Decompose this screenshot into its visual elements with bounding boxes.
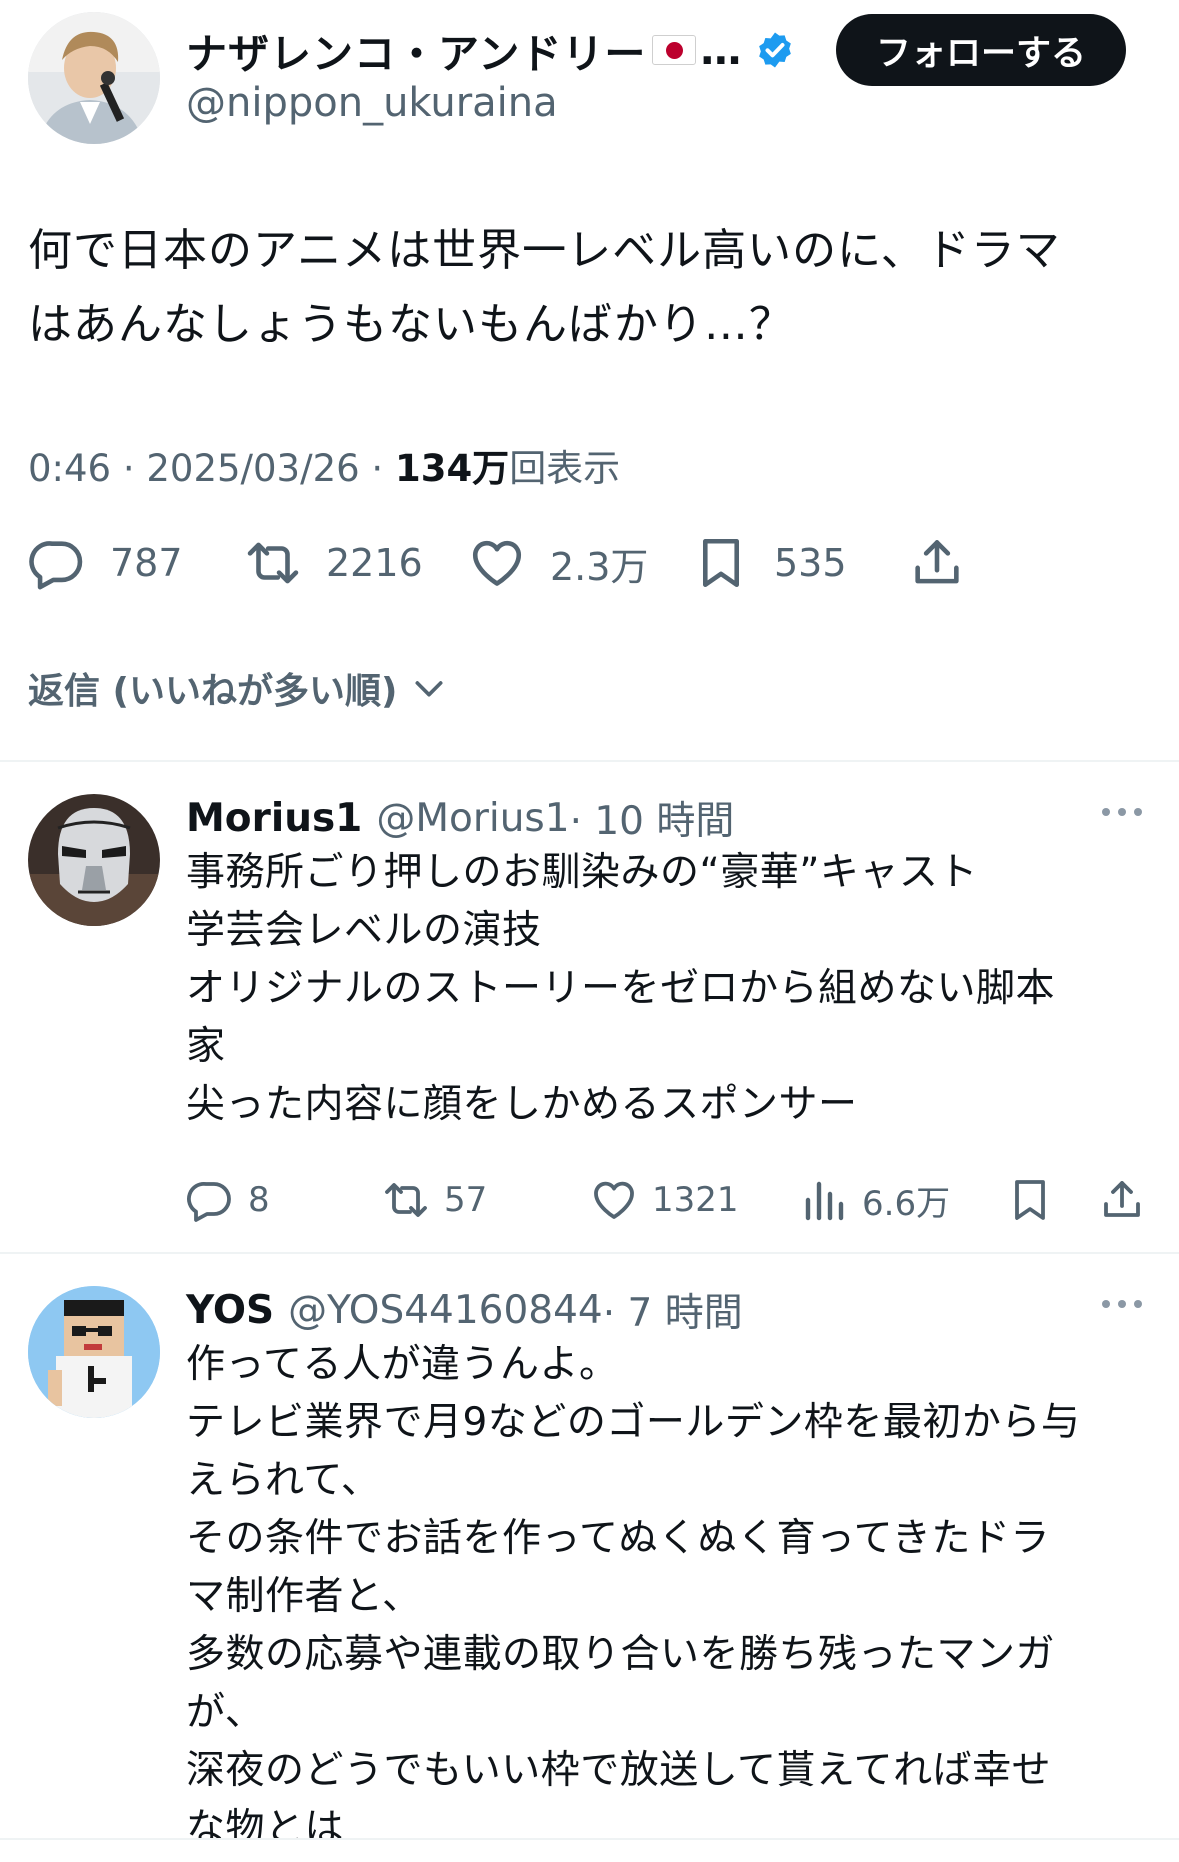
share-icon <box>915 540 959 584</box>
reply-time[interactable]: · 7 時間 <box>603 1282 743 1338</box>
more-options-icon[interactable] <box>1100 1292 1144 1316</box>
bookmark-icon <box>702 538 740 588</box>
reply-text: 作ってる人が違うんよ。 テレビ業界で月9などのゴールデン枠を最初から与 えられて… <box>186 1342 1081 1838</box>
reply-icon <box>187 1181 231 1222</box>
share-action[interactable] <box>908 530 966 596</box>
share-action[interactable] <box>1098 1172 1146 1228</box>
reply-author-name[interactable]: YOS <box>186 1288 274 1333</box>
meta-separator: · <box>359 447 395 490</box>
author-username[interactable]: @nippon_ukuraina <box>186 80 558 126</box>
tweet-text: 何で日本のアニメは世界一レベル高いのに、ドラマ はあんなしょうもないもんばかり…… <box>28 225 1061 350</box>
reply-action[interactable]: 787 <box>28 530 183 596</box>
reply-header: Morius1 @Morius1 · 10 時間 <box>186 788 734 848</box>
author-name-row: ナザレンコ・アンドリー … <box>186 22 795 78</box>
reply-author-name[interactable]: Morius1 <box>186 796 362 841</box>
tweet-meta: 0:46 · 2025/03/26 · 134万回表示 <box>28 438 620 492</box>
heart-icon <box>594 1181 634 1219</box>
like-action[interactable]: 1321 <box>590 1172 739 1228</box>
views-count: 134万 <box>394 447 510 490</box>
verified-badge-icon <box>759 32 792 68</box>
more-options-icon[interactable] <box>1100 800 1144 824</box>
reply-actions-row: 8 57 1321 6.6万 <box>186 1172 1146 1228</box>
bookmark-count: 535 <box>774 541 847 585</box>
name-truncation-ellipsis: … <box>700 26 742 74</box>
heart-icon <box>472 540 522 586</box>
meta-separator: · <box>111 447 147 490</box>
tweet-header: ナザレンコ・アンドリー … @nippon_ukuraina フォローする <box>0 0 1179 160</box>
bottom-divider <box>0 1838 1179 1840</box>
views-label: 回表示 <box>509 447 621 490</box>
analytics-icon <box>805 1181 844 1221</box>
retweet-count: 2216 <box>326 541 423 585</box>
bookmark-icon <box>1015 1180 1045 1220</box>
like-count: 2.3万 <box>550 544 649 589</box>
reply-author-handle[interactable]: @YOS44160844 <box>288 1288 603 1333</box>
tweet-time[interactable]: 0:46 <box>28 447 111 490</box>
reply-time[interactable]: · 10 時間 <box>570 790 735 846</box>
retweet-icon <box>385 1183 427 1217</box>
author-display-name[interactable]: ナザレンコ・アンドリー <box>186 20 646 80</box>
reply-count: 8 <box>248 1180 270 1220</box>
reply-count: 787 <box>110 541 183 585</box>
reply-author-handle[interactable]: @Morius1 <box>376 796 569 841</box>
reply-icon <box>29 541 83 590</box>
reply-item[interactable]: YOS @YOS44160844 · 7 時間 作ってる人が違うんよ。 テレビ業… <box>0 1280 1179 1838</box>
section-divider <box>0 760 1179 762</box>
like-count: 1321 <box>652 1180 739 1220</box>
stormtrooper-avatar[interactable] <box>28 794 160 926</box>
tweet-date[interactable]: 2025/03/26 <box>146 447 359 490</box>
views-count: 6.6万 <box>862 1183 951 1224</box>
author-avatar[interactable] <box>28 12 160 144</box>
reply-divider <box>0 1252 1179 1254</box>
reply-header: YOS @YOS44160844 · 7 時間 <box>186 1280 743 1340</box>
retweet-icon <box>247 542 299 584</box>
reply-actions <box>186 972 1146 1028</box>
tweet-actions: 787 2216 2.3万 535 <box>28 530 1153 596</box>
retweet-count: 57 <box>444 1180 488 1220</box>
reply-sort-label: 返信 (いいねが多い順) <box>28 671 398 712</box>
japan-flag-icon <box>652 35 697 65</box>
retweet-action[interactable]: 57 <box>382 1172 487 1228</box>
retweet-action[interactable]: 2216 <box>244 530 423 596</box>
pixel-character-avatar[interactable] <box>28 1286 160 1418</box>
follow-button[interactable]: フォローする <box>836 14 1126 86</box>
views-action[interactable]: 6.6万 <box>800 1172 950 1228</box>
bookmark-action[interactable] <box>1006 1172 1054 1228</box>
chevron-down-icon <box>415 681 443 697</box>
reply-action[interactable]: 8 <box>186 1172 270 1228</box>
reply-sort-selector[interactable]: 返信 (いいねが多い順) <box>28 662 449 714</box>
bookmark-action[interactable]: 535 <box>692 530 847 596</box>
share-icon <box>1104 1181 1140 1217</box>
like-action[interactable]: 2.3万 <box>468 530 648 596</box>
